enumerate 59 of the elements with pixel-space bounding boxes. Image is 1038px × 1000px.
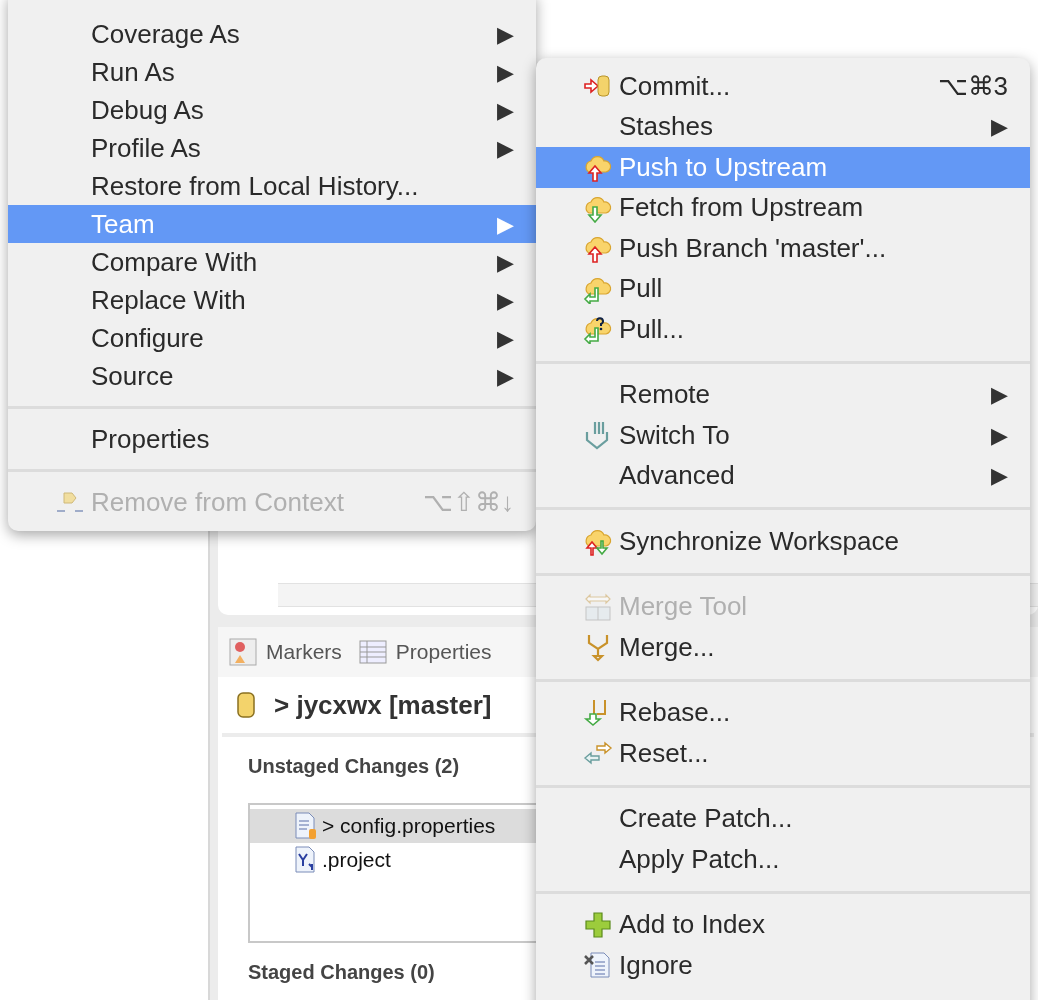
ignore-file-icon — [583, 950, 613, 981]
menu-item[interactable]: Compare With ▶ — [8, 243, 536, 281]
table-icon — [357, 639, 388, 665]
markers-icon — [228, 637, 258, 667]
submenu-arrow: ▶ — [497, 96, 514, 125]
submenu-arrow: ▶ — [497, 248, 514, 277]
shortcut-text: ⌥⇧⌘↓ — [423, 485, 514, 519]
menu-item[interactable]: Replace With ▶ — [8, 281, 536, 319]
menu-item[interactable]: Stashes ▶ — [536, 106, 1030, 147]
menu-item[interactable]: Synchronize Workspace — [536, 521, 1030, 562]
plus-icon — [583, 909, 613, 940]
view-tab[interactable]: Markers — [228, 636, 342, 668]
menu-item[interactable]: Profile As ▶ — [8, 129, 536, 167]
menu-item[interactable]: Rebase... — [536, 692, 1030, 733]
menu-item[interactable]: Debug As ▶ — [8, 91, 536, 129]
cloud-pull-question-icon — [583, 314, 613, 345]
file-icon — [294, 812, 318, 840]
submenu-arrow: ▶ — [497, 58, 514, 87]
submenu-arrow: ▶ — [497, 20, 514, 49]
menu-item[interactable]: Properties — [8, 420, 536, 458]
submenu-arrow: ▶ — [991, 113, 1008, 142]
menu-item[interactable]: Commit... ⌥⌘3 — [536, 66, 1030, 107]
menu-item[interactable]: Remote ▶ — [536, 374, 1030, 415]
xml-file-icon — [294, 846, 318, 874]
menu-item[interactable]: Configure ▶ — [8, 319, 536, 357]
menu-item[interactable]: Pull — [536, 268, 1030, 309]
repository-icon — [236, 691, 256, 719]
file-row[interactable]: > config.properties — [250, 809, 536, 843]
submenu-arrow: ▶ — [991, 421, 1008, 450]
menu-item[interactable]: Create Patch... — [536, 798, 1030, 839]
submenu-arrow: ▶ — [497, 324, 514, 353]
merge-tool-icon — [583, 591, 613, 622]
remove-context-icon — [55, 489, 85, 515]
menu-item[interactable]: Fetch from Upstream — [536, 187, 1030, 228]
section-title: Staged Changes (0) — [248, 960, 435, 985]
submenu-arrow: ▶ — [497, 362, 514, 391]
view-tab[interactable]: Properties — [357, 636, 492, 668]
file-row[interactable]: .project — [250, 843, 536, 877]
menu-item[interactable]: Source ▶ — [8, 357, 536, 395]
menu-item[interactable]: Restore from Local History... — [8, 167, 536, 205]
menu-item[interactable]: Coverage As ▶ — [8, 15, 536, 53]
menu-item[interactable]: Ignore — [536, 945, 1030, 986]
menu-item[interactable]: Switch To ▶ — [536, 415, 1030, 456]
submenu-arrow: ▶ — [497, 286, 514, 315]
menu-item[interactable]: Reset... — [536, 733, 1030, 774]
menu-item[interactable]: Advanced ▶ — [536, 455, 1030, 496]
menu-item[interactable]: Push Branch 'master'... — [536, 228, 1030, 269]
submenu-arrow: ▶ — [991, 381, 1008, 410]
menu-item[interactable]: Run As ▶ — [8, 53, 536, 91]
submenu-arrow: ▶ — [497, 134, 514, 163]
section-title: Unstaged Changes (2) — [248, 754, 460, 779]
menu-item[interactable]: Add to Index — [536, 904, 1030, 945]
submenu-arrow: ▶ — [497, 210, 514, 239]
submenu-arrow: ▶ — [991, 462, 1008, 491]
menu-item[interactable]: Apply Patch... — [536, 839, 1030, 880]
repository-title: > jycxwx [master] — [274, 688, 492, 722]
menu-item[interactable]: Merge... — [536, 627, 1030, 668]
menu-item[interactable]: Pull... — [536, 309, 1030, 350]
shortcut-text: ⌥⌘3 — [937, 69, 1008, 103]
